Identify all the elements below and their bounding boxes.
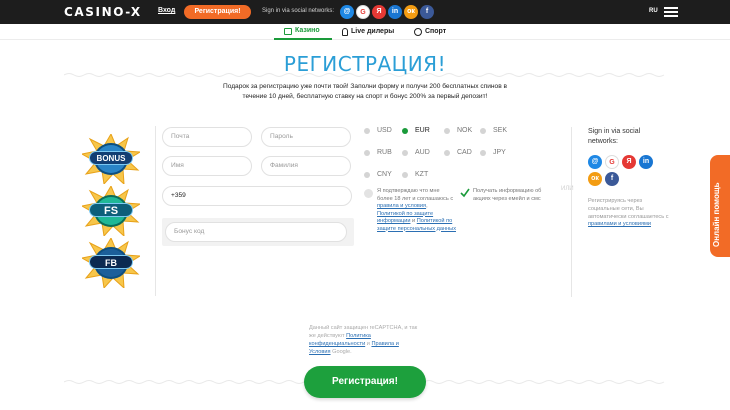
odnoklassniki-icon[interactable]: ок [404,5,418,19]
free-spins-badge: FS [82,186,140,236]
slot-machine-icon [284,27,292,35]
register-top-button[interactable]: Регистрация! [184,5,251,19]
free-spins-badge-label: FS [89,203,133,217]
at-icon[interactable]: @ [588,155,602,169]
right-social-icons: @ G Яin ок f [588,155,658,186]
registration-form: Почта Пароль Имя Фамилия +359 Бонус код [162,126,354,296]
page-subtitle: Подарок за регистрацию уже почти твой! З… [222,83,508,100]
linkedin-icon[interactable]: in [388,5,402,19]
social-terms-link[interactable]: правилами и условиями [588,221,651,227]
currency-label: USD [377,127,392,134]
radio-icon[interactable] [480,149,486,156]
recaptcha-notice: Данный сайт защищен reCAPTCHA, и так же … [309,325,418,355]
promo-column: BONUS FS FB [64,126,156,296]
currency-option-aud[interactable]: AUD [402,149,430,156]
social-terms-hint: Регистрируясь через социальные сети, Вы … [588,198,669,228]
currency-label: AUD [415,149,430,156]
checkmark-icon[interactable] [460,188,470,198]
currency-label: SEK [493,127,508,134]
first-name-field[interactable]: Имя [162,156,252,176]
radio-icon[interactable] [364,171,370,178]
radio-icon[interactable] [402,149,408,156]
password-field[interactable]: Пароль [261,127,351,147]
currency-selector: USD EUR NOK SEK RUB AUD CAD JPY CNY KZT [364,127,534,187]
currency-option-nok[interactable]: NOK [444,127,472,134]
page-title: РЕГИСТРАЦИЯ! [283,52,447,76]
bonus-code-field[interactable]: Бонус код [165,222,347,242]
facebook-icon[interactable]: f [420,5,434,19]
email-field[interactable]: Почта [162,127,252,147]
currency-label: KZT [415,171,429,178]
radio-icon[interactable] [364,127,370,134]
currency-option-sek[interactable]: SEK [480,127,507,134]
tab-live-label: Live дилеры [351,28,395,35]
free-bet-badge: FB [82,238,140,288]
tab-casino[interactable]: Казино [274,24,332,40]
news-consent-checkbox[interactable]: Получать информацию об акциях через емей… [460,188,552,203]
currency-label: JPY [493,149,506,156]
currency-option-cny[interactable]: CNY [364,171,392,178]
currency-label: EUR [415,127,430,134]
radio-icon[interactable] [480,127,486,134]
facebook-icon[interactable]: f [605,172,619,186]
radio-icon[interactable] [402,127,408,134]
at-icon[interactable]: @ [340,5,354,19]
currency-option-eur[interactable]: EUR [402,127,430,134]
register-submit-button[interactable]: Регистрация! [304,366,426,398]
tab-sport[interactable]: Спорт [414,24,446,40]
terms-link[interactable]: правила и условия [377,203,426,209]
yandex-icon[interactable]: Я [622,155,636,169]
free-bet-badge-label: FB [89,255,133,269]
currency-label: NOK [457,127,473,134]
currency-option-rub[interactable]: RUB [364,149,392,156]
social-signin-label: Sign in via social networks: [262,8,335,14]
yandex-icon[interactable]: Я [372,5,386,19]
ball-icon [414,28,422,36]
bonus-badge-label: BONUS [89,151,133,165]
radio-icon[interactable] [444,149,450,156]
right-divider [571,127,572,297]
currency-label: RUB [377,149,392,156]
menu-icon[interactable] [664,7,678,17]
bonus-code-container: Бонус код [162,218,354,246]
bonus-badge: BONUS [82,134,140,184]
online-help-label: Онлайн помощь [712,182,721,247]
radio-icon[interactable] [402,171,408,178]
currency-option-jpy[interactable]: JPY [480,149,506,156]
odnoklassniki-icon[interactable]: ок [588,172,602,186]
tab-sport-label: Спорт [425,28,447,35]
currency-label: CNY [377,171,392,178]
last-name-field[interactable]: Фамилия [261,156,351,176]
currency-option-kzt[interactable]: KZT [402,171,428,178]
currency-option-cad[interactable]: CAD [444,149,472,156]
age-consent-checkbox[interactable]: Я подтверждаю что мне более 18 лет и сог… [364,188,456,233]
tab-live-dealers[interactable]: Live дилеры [342,24,394,40]
news-consent-text: Получать информацию об акциях через емей… [473,188,542,202]
radio-icon[interactable] [364,149,370,156]
google-icon[interactable]: G [605,155,619,169]
language-selector[interactable]: RU [649,8,658,14]
radio-icon[interactable] [444,127,450,134]
main-nav: Казино Live дилеры Спорт [0,24,730,40]
tab-casino-label: Казино [295,27,320,34]
currency-label: CAD [457,149,472,156]
age-consent-text: Я подтверждаю что мне более 18 лет и сог… [377,188,456,232]
top-bar: CASINO-X Вход Регистрация! Sign in via s… [0,0,730,24]
dealer-icon [342,28,348,36]
checkbox-icon[interactable] [364,189,373,198]
linkedin-icon[interactable]: in [639,155,653,169]
currency-option-usd[interactable]: USD [364,127,392,134]
login-link[interactable]: Вход [158,7,175,14]
top-social-icons: @ G Яin ок f [340,5,434,19]
casino-logo[interactable]: CASINO-X [64,5,142,19]
online-help-tab[interactable]: Онлайн помощь [710,155,730,257]
social-signin-title: Sign in via social networks: [588,128,641,145]
phone-field[interactable]: +359 [162,186,352,206]
google-icon[interactable]: G [356,5,370,19]
